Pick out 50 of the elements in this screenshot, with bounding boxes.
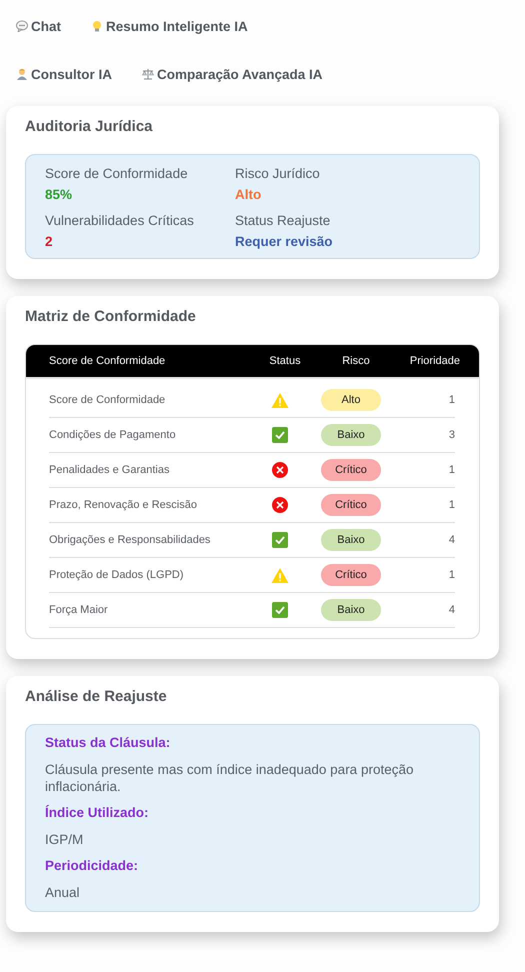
speech-bubble-icon [16, 20, 28, 32]
risk-tag: Alto [321, 389, 381, 411]
table-cell-text: Obrigações e Responsabilidades [49, 534, 212, 546]
table-cell-text: 1 [448, 394, 455, 406]
table-cell-text: Score de Conformidade [49, 394, 166, 406]
section-text: Anual [45, 884, 81, 901]
metric-value: 2 [45, 234, 54, 249]
table-cell-text: Força Maior [49, 604, 109, 616]
column-header: Prioridade [408, 355, 460, 367]
risk-tag: Crítico [321, 564, 381, 586]
table-cell-text: Prazo, Renovação e Rescisão [49, 499, 198, 511]
risk-tag: Crítico [321, 459, 381, 481]
metric-label: Vulnerabilidades Críticas [45, 213, 195, 228]
table-cell-text: Penalidades e Garantias [49, 464, 170, 476]
metric-value: Alto [235, 187, 262, 202]
section-text: Cláusula presente mas com índice inadequado para proteção inflacionária. [45, 761, 414, 795]
person-icon [16, 68, 28, 80]
scales-icon [142, 68, 154, 80]
card-title: Matriz de Conformidade [25, 308, 197, 325]
table-cell-text: Proteção de Dados (LGPD) [49, 569, 185, 581]
column-header: Risco [341, 355, 371, 367]
section-text: IGP/M [45, 831, 84, 848]
section-heading: Índice Utilizado: [45, 805, 150, 820]
light-bulb-icon [91, 20, 103, 32]
risk-tag: Baixo [321, 599, 381, 621]
table-cell-text: 1 [448, 464, 455, 476]
metric-label: Score de Conformidade [45, 166, 189, 181]
table-cell-text: 4 [448, 604, 455, 616]
table-cell-text: 1 [448, 569, 455, 581]
section-heading: Periodicidade: [45, 858, 140, 873]
metric-label: Risco Jurídico [235, 166, 321, 181]
nav-link[interactable]: Comparação Avançada IA [142, 66, 323, 82]
column-header: Status [268, 355, 302, 367]
metric-value: 85% [45, 187, 74, 202]
table-cell-text: 1 [448, 499, 455, 511]
risk-tag: Baixo [321, 424, 381, 446]
metric-label: Status Reajuste [235, 213, 332, 228]
nav-link[interactable]: Consultor IA [16, 66, 112, 82]
section-heading: Status da Cláusula: [45, 735, 172, 750]
metric-value: Requer revisão [235, 234, 334, 249]
column-header: Score de Conformidade [49, 355, 166, 367]
card-title: Auditoria Jurídica [25, 118, 154, 135]
table-cell-text: 4 [448, 534, 455, 546]
table-cell-text: Condições de Pagamento [49, 429, 177, 441]
risk-tag: Crítico [321, 494, 381, 516]
table-cell-text: 3 [448, 429, 455, 441]
risk-tag: Baixo [321, 529, 381, 551]
nav-link[interactable]: Chat [16, 18, 61, 34]
card-title: Análise de Reajuste [25, 688, 168, 705]
nav-link[interactable]: Resumo Inteligente IA [91, 18, 248, 34]
